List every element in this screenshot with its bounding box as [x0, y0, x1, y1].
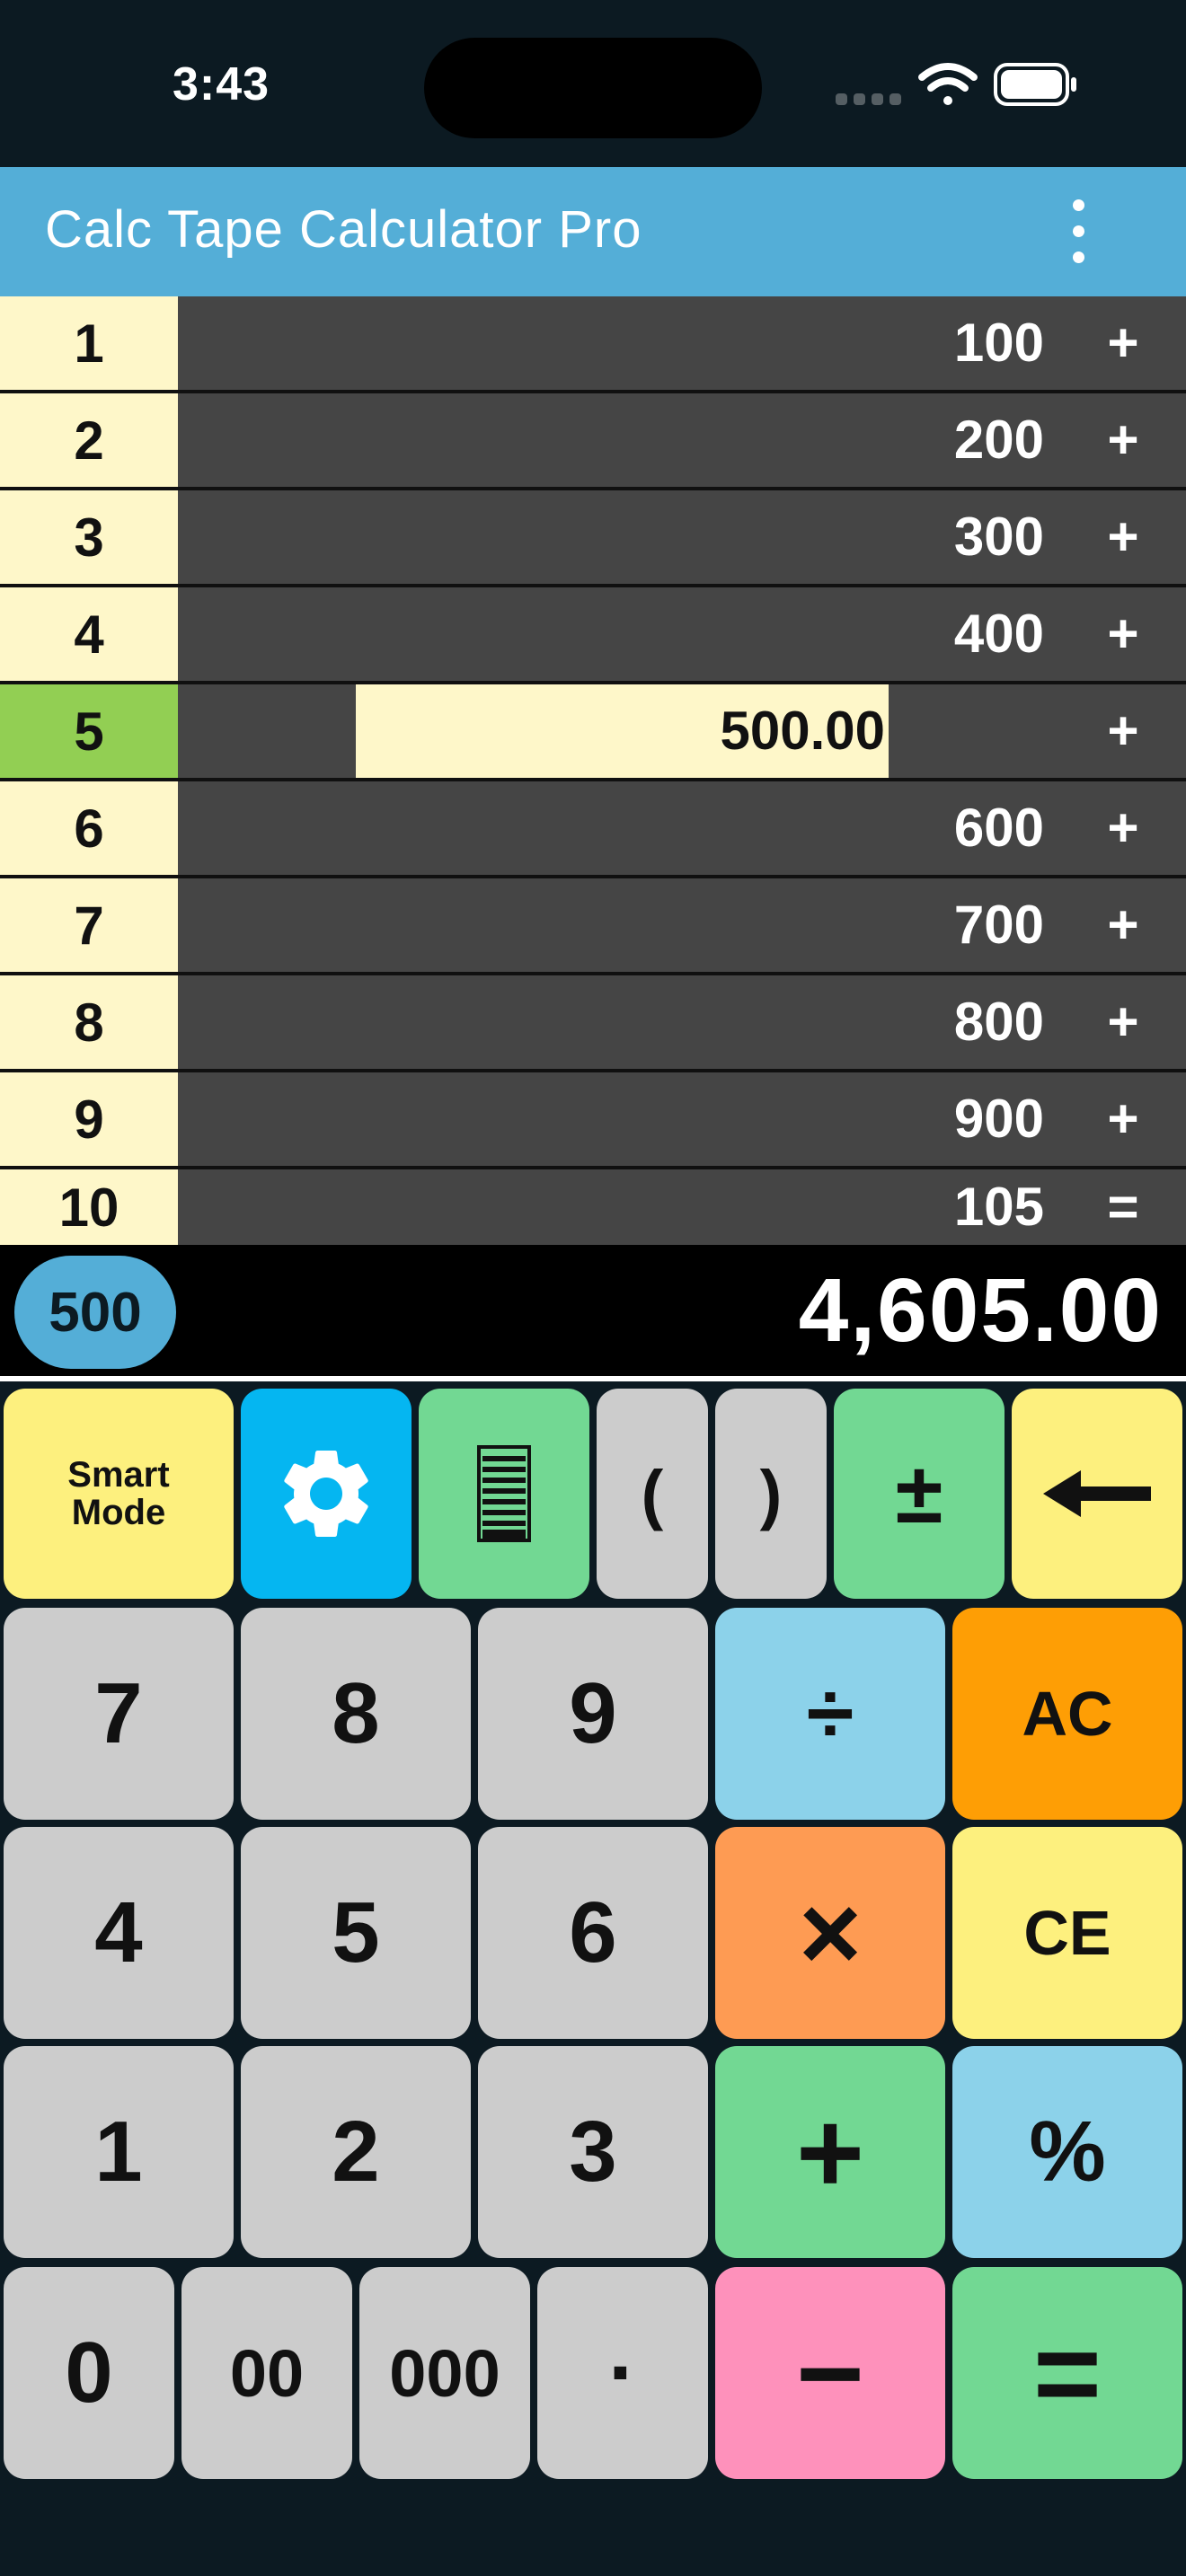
tape-row[interactable]: 6 600 +	[0, 781, 1186, 875]
close-paren-button[interactable]: )	[715, 1389, 827, 1599]
tape-row[interactable]: 10 105 =	[0, 1169, 1186, 1245]
wifi-icon	[918, 63, 978, 105]
row-value: 900	[953, 1089, 1044, 1149]
row-value: 600	[953, 798, 1044, 858]
backspace-arrow-icon	[1043, 1470, 1151, 1517]
double-zero-button[interactable]: 00	[181, 2267, 352, 2479]
tape-view-button[interactable]	[419, 1389, 589, 1599]
backspace-button[interactable]	[1012, 1389, 1182, 1599]
digit-3-button[interactable]: 3	[478, 2046, 708, 2258]
row-edit-field[interactable]: 500.00	[356, 684, 889, 778]
digit-7-button[interactable]: 7	[4, 1608, 234, 1820]
digit-0-button[interactable]: 0	[4, 2267, 174, 2479]
row-value: 400	[953, 604, 1044, 664]
row-operator: +	[1107, 604, 1139, 664]
memory-badge[interactable]: 500	[14, 1256, 176, 1369]
settings-button[interactable]	[241, 1389, 412, 1599]
row-number: 1	[0, 296, 178, 390]
digit-4-button[interactable]: 4	[4, 1827, 234, 2039]
signal-icon	[836, 93, 901, 105]
digit-9-button[interactable]: 9	[478, 1608, 708, 1820]
smart-mode-button[interactable]: Smart Mode	[4, 1389, 234, 1599]
row-operator: +	[1107, 1089, 1139, 1149]
triple-zero-button[interactable]: 000	[359, 2267, 530, 2479]
digit-5-button[interactable]: 5	[241, 1827, 471, 2039]
digit-1-button[interactable]: 1	[4, 2046, 234, 2258]
row-number: 6	[0, 781, 178, 875]
percent-button[interactable]: %	[952, 2046, 1182, 2258]
tape-row[interactable]: 8 800 +	[0, 975, 1186, 1069]
row-value: 105	[953, 1177, 1044, 1237]
status-time: 3:43	[173, 58, 270, 110]
row-operator: +	[1107, 895, 1139, 955]
row-number: 7	[0, 878, 178, 972]
digit-8-button[interactable]: 8	[241, 1608, 471, 1820]
row-operator: +	[1107, 313, 1139, 373]
row-value: 700	[953, 895, 1044, 955]
row-value: 300	[953, 507, 1044, 567]
row-number: 10	[0, 1169, 178, 1245]
grand-total: 4,605.00	[798, 1260, 1163, 1361]
digit-2-button[interactable]: 2	[241, 2046, 471, 2258]
row-number: 9	[0, 1072, 178, 1166]
row-operator: +	[1107, 992, 1139, 1052]
clear-entry-button[interactable]: CE	[952, 1827, 1182, 2039]
tape-row[interactable]: 9 900 +	[0, 1072, 1186, 1166]
row-operator: +	[1107, 507, 1139, 567]
app-screen: 3:43 Calc Tape Calculator Pro 1 100 + 2 …	[0, 0, 1186, 2576]
decimal-button[interactable]: ·	[537, 2267, 708, 2479]
app-title: Calc Tape Calculator Pro	[45, 200, 642, 259]
minus-button[interactable]: −	[715, 2267, 945, 2479]
row-number: 5	[0, 684, 178, 778]
tape-list-icon	[477, 1445, 531, 1542]
multiply-button[interactable]: ×	[715, 1827, 945, 2039]
row-number: 8	[0, 975, 178, 1069]
calculation-tape[interactable]: 1 100 + 2 200 + 3 300 + 4 400 + 5 500.00	[0, 296, 1186, 1245]
row-value: 800	[953, 992, 1044, 1052]
digit-6-button[interactable]: 6	[478, 1827, 708, 2039]
row-operator: +	[1107, 410, 1139, 470]
row-operator: +	[1107, 701, 1139, 761]
row-value: 100	[953, 313, 1044, 373]
total-bar: 500 4,605.00	[0, 1245, 1186, 1376]
divider	[0, 1376, 1186, 1381]
battery-icon	[994, 63, 1076, 106]
all-clear-button[interactable]: AC	[952, 1608, 1182, 1820]
plus-minus-button[interactable]: ±	[834, 1389, 1005, 1599]
row-number: 4	[0, 587, 178, 681]
tape-row-active[interactable]: 5 500.00 +	[0, 684, 1186, 778]
status-bar: 3:43	[0, 0, 1186, 167]
tape-row[interactable]: 2 200 +	[0, 393, 1186, 487]
row-operator: =	[1107, 1177, 1139, 1237]
tape-row[interactable]: 1 100 +	[0, 296, 1186, 390]
tape-row[interactable]: 3 300 +	[0, 490, 1186, 584]
dynamic-island	[424, 38, 762, 138]
row-operator: +	[1107, 798, 1139, 858]
tape-row[interactable]: 4 400 +	[0, 587, 1186, 681]
gear-icon	[284, 1451, 368, 1537]
equals-button[interactable]: =	[952, 2267, 1182, 2479]
status-icons	[836, 63, 1076, 106]
plus-button[interactable]: +	[715, 2046, 945, 2258]
row-number: 2	[0, 393, 178, 487]
row-number: 3	[0, 490, 178, 584]
tape-row[interactable]: 7 700 +	[0, 878, 1186, 972]
more-vertical-icon[interactable]	[1051, 192, 1105, 271]
open-paren-button[interactable]: (	[597, 1389, 708, 1599]
divide-button[interactable]: ÷	[715, 1608, 945, 1820]
app-bar: Calc Tape Calculator Pro	[0, 167, 1186, 296]
row-value: 200	[953, 410, 1044, 470]
